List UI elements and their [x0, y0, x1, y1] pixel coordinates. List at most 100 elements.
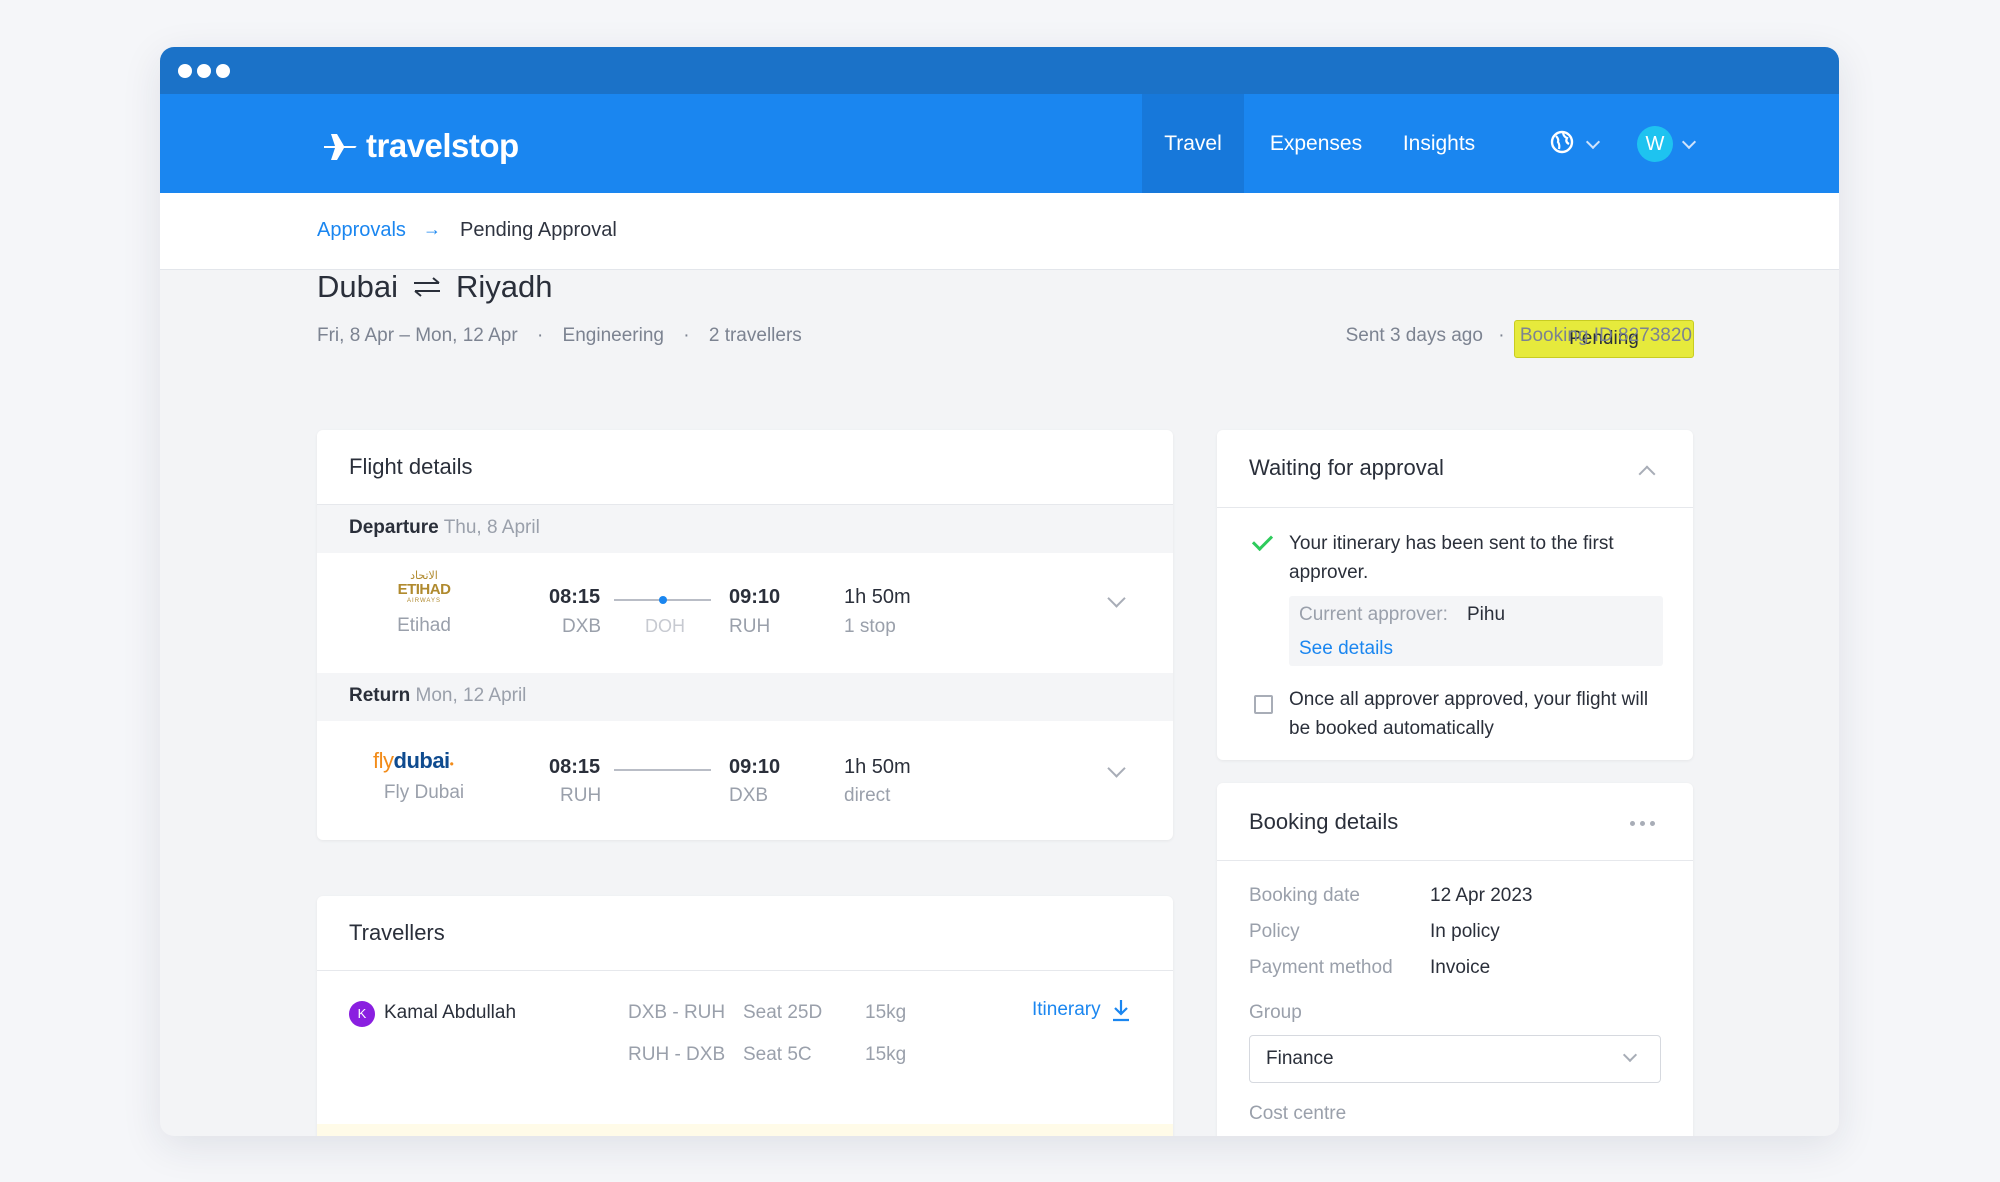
logo-fly: fly [373, 748, 394, 773]
expand-chevron-icon[interactable] [1107, 589, 1126, 608]
leg-route: DXB - RUH [628, 1002, 726, 1023]
nav-insights[interactable]: Insights [1388, 94, 1490, 193]
logo-sub: AIRWAYS [407, 598, 441, 604]
arrival-time: 09:10 [729, 586, 781, 608]
booking-date-label: Booking date [1249, 885, 1360, 906]
approval-status-card: Waiting for approval Your itinerary has … [1217, 430, 1693, 760]
flight-duration: 1h 50m [844, 756, 911, 778]
payment-method-label: Payment method [1249, 957, 1393, 978]
chevron-down-icon [1681, 134, 1697, 150]
trip-department: Engineering [562, 325, 664, 346]
leg-baggage: 15kg [865, 1044, 907, 1065]
return-date: Mon, 12 April [415, 685, 527, 706]
breadcrumb-current: Pending Approval [460, 219, 617, 241]
more-options-icon[interactable] [1630, 821, 1655, 826]
breadcrumb: Approvals → Pending Approval [160, 193, 1839, 270]
approval-step-sent: Your itinerary has been sent to the firs… [1289, 533, 1614, 583]
airline-name: Fly Dubai [383, 782, 465, 803]
departure-date: Thu, 8 April [443, 517, 540, 538]
globe-icon [1550, 130, 1574, 154]
stopover-airport: DOH [645, 616, 685, 636]
notice-strip [317, 1124, 1173, 1136]
window-titlebar [160, 47, 1839, 94]
language-selector[interactable] [1550, 130, 1574, 159]
booking-meta: Sent 3 days ago · Booking ID 8273820 [1345, 325, 1692, 346]
traveller-avatar: K [349, 1001, 375, 1027]
flight-duration: 1h 50m [844, 586, 911, 608]
route-destination: Riyadh [456, 269, 553, 304]
leg-route: RUH - DXB [628, 1044, 726, 1065]
flight-stops: direct [844, 785, 891, 806]
return-label: Return [349, 685, 411, 706]
arrival-airport: RUH [729, 616, 771, 637]
download-icon [1112, 1000, 1129, 1022]
divider [1217, 507, 1693, 508]
logo-text: ETIHAD [397, 581, 451, 598]
logo-dubai: dubai [393, 748, 451, 773]
check-icon [1251, 529, 1274, 552]
departure-time: 08:15 [549, 756, 601, 778]
etihad-logo: الاتحاد ETIHAD AIRWAYS [389, 570, 459, 605]
departure-header: Departure Thu, 8 April [317, 505, 1173, 553]
itinerary-download-link[interactable]: Itinerary [1032, 998, 1131, 1022]
booking-details-card: Booking details Booking date 12 Apr 2023… [1217, 783, 1693, 1136]
departure-time: 08:15 [549, 586, 601, 608]
traveller-name: Kamal Abdullah [384, 1002, 517, 1023]
card-title: Flight details [349, 454, 473, 479]
window-dot [197, 64, 211, 78]
page-title: Dubai Riyadh [317, 269, 553, 305]
airline-name: Etihad [397, 615, 451, 636]
arrow-right-icon: → [423, 219, 441, 239]
route-origin: Dubai [317, 269, 398, 304]
leg-baggage: 15kg [865, 1002, 907, 1023]
departure-airport: RUH [560, 785, 602, 806]
current-approver-name: Pihu [1467, 604, 1506, 625]
divider [317, 970, 1173, 971]
window-dot [216, 64, 230, 78]
departure-airport: DXB [562, 616, 602, 637]
brand-name: travelstop [366, 127, 519, 164]
see-details-link[interactable]: See details [1299, 638, 1393, 660]
group-select[interactable]: Finance [1249, 1035, 1661, 1083]
sent-time: Sent 3 days ago [1345, 325, 1483, 346]
flight-stops: 1 stop [844, 616, 896, 637]
breadcrumb-approvals-link[interactable]: Approvals [317, 219, 406, 242]
arrival-time: 09:10 [729, 756, 781, 778]
nav-travel[interactable]: Travel [1142, 94, 1244, 193]
approval-step-autobook: Once all approver approved, your flight … [1289, 689, 1649, 739]
card-title: Travellers [349, 920, 445, 945]
expand-chevron-icon[interactable] [1107, 759, 1126, 778]
window-dot [178, 64, 192, 78]
stopover-dot [659, 596, 667, 604]
flydubai-logo: flydubai• [373, 748, 454, 773]
itinerary-label: Itinerary [1032, 999, 1101, 1020]
policy-label: Policy [1249, 921, 1300, 942]
chevron-down-icon [1585, 134, 1601, 150]
card-title: Booking details [1249, 809, 1399, 834]
nav-expenses[interactable]: Expenses [1260, 94, 1372, 193]
divider [1217, 860, 1693, 861]
policy-value: In policy [1430, 921, 1500, 942]
round-trip-icon [414, 277, 440, 297]
booking-id: Booking ID 8273820 [1519, 325, 1692, 346]
user-avatar[interactable]: W [1637, 126, 1673, 162]
group-label: Group [1249, 1002, 1302, 1023]
card-title: Waiting for approval [1249, 455, 1444, 480]
trip-meta: Fri, 8 Apr – Mon, 12 Apr · Engineering ·… [317, 325, 802, 346]
arrival-airport: DXB [729, 785, 769, 806]
travellers-card: Travellers K Kamal Abdullah DXB - RUH Se… [317, 896, 1173, 1136]
cost-centre-label: Cost centre [1249, 1103, 1347, 1124]
booking-date-value: 12 Apr 2023 [1430, 885, 1533, 906]
top-navbar: travelstop Travel Expenses Insights W [160, 94, 1839, 193]
plane-icon [324, 134, 357, 160]
trip-dates: Fri, 8 Apr – Mon, 12 Apr [317, 325, 518, 346]
auto-book-checkbox[interactable] [1254, 695, 1273, 714]
departure-label: Departure [349, 517, 439, 538]
flight-details-card: Flight details Departure Thu, 8 April ال… [317, 430, 1173, 840]
group-selected-value: Finance [1266, 1048, 1334, 1069]
collapse-chevron-icon[interactable] [1638, 465, 1656, 483]
current-approver-label: Current approver: [1299, 604, 1448, 625]
return-header: Return Mon, 12 April [317, 673, 1173, 721]
payment-method-value: Invoice [1430, 957, 1491, 978]
travelstop-logo[interactable]: travelstop [322, 126, 519, 166]
